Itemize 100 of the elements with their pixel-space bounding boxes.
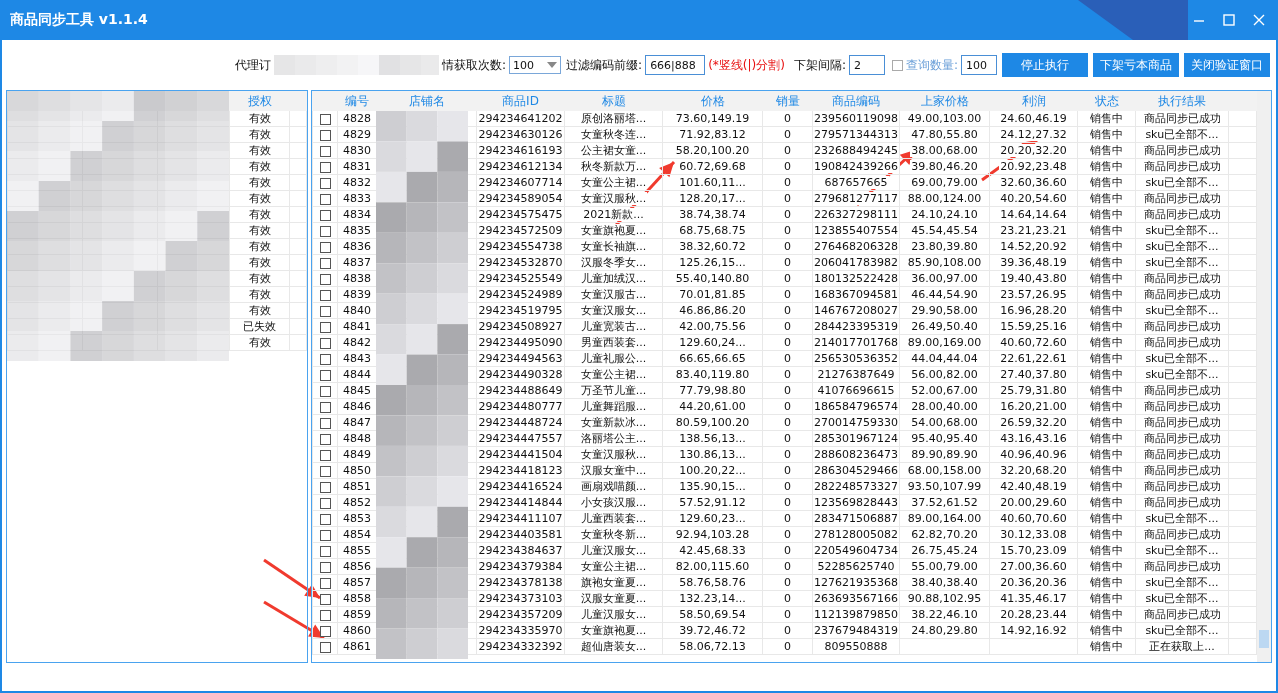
table-cell: 28.00,40.00 (899, 398, 990, 415)
table-cell: 90.88,102.95 (899, 590, 990, 607)
table-cell: 20.28,23.44 (989, 606, 1078, 623)
row-checkbox[interactable] (319, 401, 331, 413)
table-cell: 有效 (229, 190, 290, 207)
row-checkbox[interactable] (319, 225, 331, 237)
row-checkbox[interactable] (319, 353, 331, 365)
row-checkbox[interactable] (319, 433, 331, 445)
table-cell: 68.00,158.00 (899, 462, 990, 479)
row-checkbox[interactable] (319, 113, 331, 125)
table-cell: sku已全部不... (1135, 350, 1229, 367)
count-dropdown[interactable]: 100 (509, 56, 562, 74)
table-cell: 商品同步已成功 (1135, 398, 1229, 415)
column-header[interactable]: 商品ID (476, 91, 565, 111)
action-button[interactable]: 下架亏本商品 (1093, 53, 1179, 77)
row-checkbox[interactable] (319, 641, 331, 653)
table-cell: 16.20,21.00 (989, 398, 1078, 415)
table-cell: 294234495090 (476, 334, 565, 351)
table-cell: 19.40,43.80 (989, 270, 1078, 287)
table-cell: 0 (762, 430, 813, 447)
row-checkbox[interactable] (319, 593, 331, 605)
row-checkbox[interactable] (319, 161, 331, 173)
table-cell: 0 (762, 398, 813, 415)
table-cell: 232688494245 (812, 142, 900, 159)
table-cell: 销售中 (1077, 238, 1136, 255)
table-cell: 24.60,46.19 (989, 110, 1078, 127)
table-cell: 销售中 (1077, 222, 1136, 239)
table-cell: 30.12,33.08 (989, 526, 1078, 543)
query-checkbox[interactable] (891, 59, 903, 71)
action-button[interactable]: 停止执行 (1002, 53, 1088, 77)
row-checkbox[interactable] (319, 513, 331, 525)
table-cell: 32.60,36.60 (989, 174, 1078, 191)
table-cell: 237679484319 (812, 622, 900, 639)
row-checkbox[interactable] (319, 561, 331, 573)
row-checkbox[interactable] (319, 337, 331, 349)
row-checkbox[interactable] (319, 177, 331, 189)
row-checkbox[interactable] (319, 257, 331, 269)
row-checkbox[interactable] (319, 369, 331, 381)
table-cell: 16.96,28.20 (989, 302, 1078, 319)
row-checkbox[interactable] (319, 289, 331, 301)
row-checkbox[interactable] (319, 241, 331, 253)
row-checkbox[interactable] (319, 385, 331, 397)
table-cell: sku已全部不... (1135, 222, 1229, 239)
row-checkbox[interactable] (319, 577, 331, 589)
row-checkbox[interactable] (319, 529, 331, 541)
column-header[interactable]: 商品编码 (812, 91, 900, 111)
column-header[interactable]: 店铺名 (376, 91, 477, 111)
row-checkbox[interactable] (319, 209, 331, 221)
close-icon[interactable] (1252, 13, 1266, 27)
scrollbar[interactable] (1257, 91, 1271, 662)
column-header[interactable]: 执行结果 (1135, 91, 1229, 111)
row-checkbox[interactable] (319, 545, 331, 557)
table-cell: 294234416524 (476, 478, 565, 495)
row-checkbox[interactable] (319, 305, 331, 317)
row-checkbox[interactable] (319, 609, 331, 621)
table-cell: 89.00,169.00 (899, 334, 990, 351)
table-cell: 279571344313 (812, 126, 900, 143)
prefix-field[interactable]: 666|888 (645, 55, 706, 75)
quantity-field[interactable]: 100 (961, 55, 997, 75)
column-header[interactable]: 编号 (337, 91, 377, 111)
table-cell: 687657665 (812, 174, 900, 191)
column-header[interactable]: 销量 (762, 91, 813, 111)
table-cell: 288608236473 (812, 446, 900, 463)
row-checkbox[interactable] (319, 465, 331, 477)
table-cell: 商品同步已成功 (1135, 446, 1229, 463)
table-cell: 销售中 (1077, 110, 1136, 127)
table-cell: 40.20,54.60 (989, 190, 1078, 207)
table-cell: 62.82,70.20 (899, 526, 990, 543)
column-header[interactable]: 标题 (564, 91, 663, 111)
table-cell: 销售中 (1077, 510, 1136, 527)
table-cell: 销售中 (1077, 206, 1136, 223)
column-header[interactable]: 利润 (989, 91, 1078, 111)
row-checkbox[interactable] (319, 145, 331, 157)
column-header[interactable]: 上家价格 (899, 91, 990, 111)
table-cell: 14.52,20.92 (989, 238, 1078, 255)
row-checkbox[interactable] (319, 497, 331, 509)
interval-field[interactable]: 2 (848, 55, 885, 75)
table-cell: 0 (762, 286, 813, 303)
row-checkbox[interactable] (319, 129, 331, 141)
table-cell: 294234490328 (476, 366, 565, 383)
annotation-arrow (263, 600, 325, 640)
row-checkbox[interactable] (319, 449, 331, 461)
column-header[interactable]: 价格 (662, 91, 763, 111)
table-cell: 294234525549 (476, 270, 565, 287)
row-checkbox[interactable] (319, 273, 331, 285)
maximize-icon[interactable] (1222, 13, 1236, 27)
action-button[interactable]: 关闭验证窗口 (1184, 53, 1270, 77)
table-cell: 万圣节儿童... (564, 382, 663, 399)
table-cell: 销售中 (1077, 398, 1136, 415)
table-cell: 40.60,70.60 (989, 510, 1078, 527)
table-cell: 4850 (337, 462, 377, 479)
table-cell: 0 (762, 446, 813, 463)
row-checkbox[interactable] (319, 417, 331, 429)
table-cell: 294234575475 (476, 206, 565, 223)
row-checkbox[interactable] (319, 625, 331, 637)
row-checkbox[interactable] (319, 481, 331, 493)
table-cell: 销售中 (1077, 174, 1136, 191)
row-checkbox[interactable] (319, 193, 331, 205)
row-checkbox[interactable] (319, 321, 331, 333)
column-header[interactable]: 状态 (1077, 91, 1136, 111)
